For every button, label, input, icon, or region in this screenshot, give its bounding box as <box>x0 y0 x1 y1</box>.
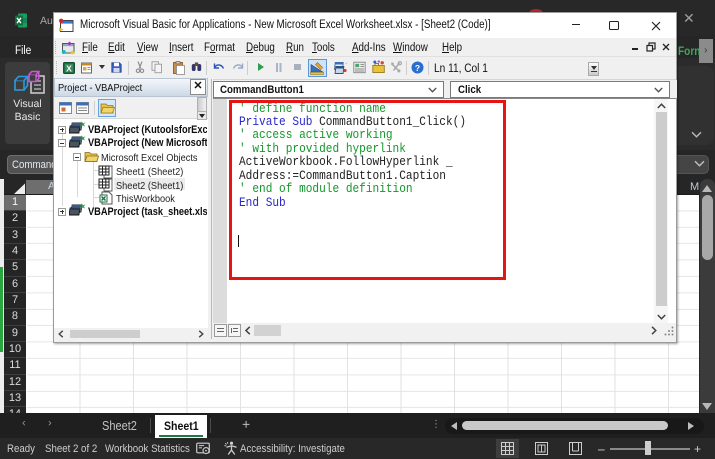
svg-text:X: X <box>66 63 72 73</box>
svg-text:?: ? <box>415 63 420 73</box>
